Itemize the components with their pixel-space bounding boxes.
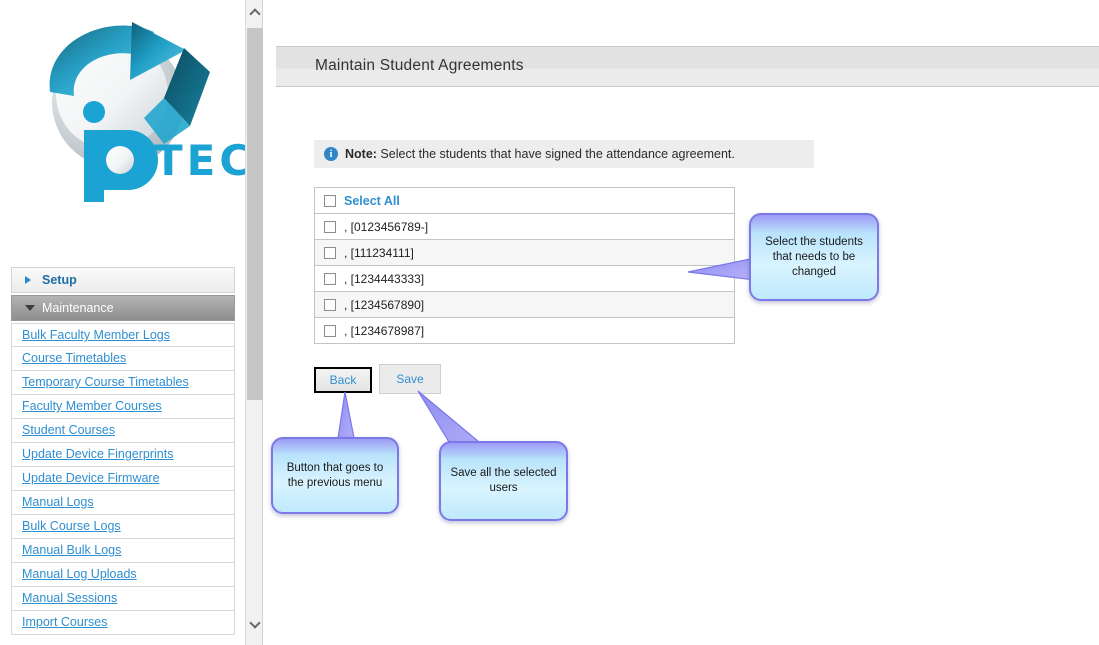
table-row[interactable]: , [1234443333] xyxy=(314,265,735,292)
sidebar-link[interactable]: Manual Log Uploads xyxy=(22,567,137,581)
left-pane-scrollbar[interactable] xyxy=(245,0,263,645)
sidebar-menu-list: Bulk Faculty Member Logs Course Timetabl… xyxy=(11,323,235,635)
sidebar-link[interactable]: Faculty Member Courses xyxy=(22,399,162,413)
main-content: Maintain Student Agreements i Note: Sele… xyxy=(265,0,1099,645)
student-label: , [1234567890] xyxy=(344,297,425,312)
chevron-up-icon xyxy=(248,8,261,20)
sidebar-link[interactable]: Bulk Course Logs xyxy=(22,519,121,533)
info-icon: i xyxy=(324,147,338,161)
sidebar-section-maintenance[interactable]: Maintenance xyxy=(11,295,235,321)
row-checkbox[interactable] xyxy=(324,246,336,259)
app-root: TECH Setup Maintenance Bulk Faculty Memb… xyxy=(0,0,1099,645)
sidebar-item-faculty-member-courses[interactable]: Faculty Member Courses xyxy=(11,395,235,419)
sidebar-item-manual-sessions[interactable]: Manual Sessions xyxy=(11,587,235,611)
sidebar-link[interactable]: Update Device Fingerprints xyxy=(22,447,173,461)
callout-select-text: Select the students that needs to be cha… xyxy=(765,235,863,278)
table-row[interactable]: , [0123456789-] xyxy=(314,213,735,240)
student-label: , [111234111] xyxy=(344,245,414,260)
chevron-down-icon xyxy=(25,305,35,311)
sidebar-item-manual-log-uploads[interactable]: Manual Log Uploads xyxy=(11,563,235,587)
callout-back-text: Button that goes to the previous menu xyxy=(286,461,384,489)
save-button[interactable]: Save xyxy=(379,364,441,394)
sidebar-item-update-device-firmware[interactable]: Update Device Firmware xyxy=(11,467,235,491)
sidebar-link[interactable]: Manual Bulk Logs xyxy=(22,543,121,557)
row-checkbox[interactable] xyxy=(324,298,336,311)
sidebar-item-bulk-course-logs[interactable]: Bulk Course Logs xyxy=(11,515,235,539)
student-label: , [0123456789-] xyxy=(344,219,429,234)
sidebar-item-manual-logs[interactable]: Manual Logs xyxy=(11,491,235,515)
sidebar-link[interactable]: Bulk Faculty Member Logs xyxy=(22,328,170,342)
sidebar-accordion: Setup Maintenance Bulk Faculty Member Lo… xyxy=(11,267,235,635)
select-all-label: Select All xyxy=(344,193,400,208)
note-prefix: Note: xyxy=(345,147,377,161)
callout-save-text: Save all the selected users xyxy=(450,467,557,494)
chevron-right-icon xyxy=(25,276,31,284)
brand-logo: TECH xyxy=(14,6,245,211)
sidebar-item-update-device-fingerprints[interactable]: Update Device Fingerprints xyxy=(11,443,235,467)
table-row[interactable]: , [111234111] xyxy=(314,239,735,266)
sidebar-item-course-timetables[interactable]: Course Timetables xyxy=(11,347,235,371)
sidebar-link[interactable]: Temporary Course Timetables xyxy=(22,375,189,389)
table-row[interactable]: , [1234567890] xyxy=(314,291,735,318)
table-row-select-all[interactable]: Select All xyxy=(314,187,735,214)
sidebar-section-setup[interactable]: Setup xyxy=(11,267,235,293)
note-message: Select the students that have signed the… xyxy=(376,147,735,161)
scrollbar-up-button[interactable] xyxy=(246,4,263,21)
back-button[interactable]: Back xyxy=(314,367,372,393)
callout-back-button: Button that goes to the previous menu xyxy=(271,437,399,514)
table-row[interactable]: , [1234678987] xyxy=(314,317,735,344)
sidebar-section-maintenance-label: Maintenance xyxy=(42,301,114,315)
note-banner: i Note: Select the students that have si… xyxy=(314,140,814,168)
sidebar-section-setup-label: Setup xyxy=(42,273,77,287)
sidebar-item-student-courses[interactable]: Student Courses xyxy=(11,419,235,443)
select-all-checkbox[interactable] xyxy=(324,194,336,207)
sidebar-item-bulk-faculty-member-logs[interactable]: Bulk Faculty Member Logs xyxy=(11,323,235,347)
chevron-down-icon xyxy=(248,617,261,629)
note-text: Note: Select the students that have sign… xyxy=(345,147,735,161)
row-checkbox[interactable] xyxy=(324,324,336,337)
row-checkbox[interactable] xyxy=(324,220,336,233)
row-checkbox[interactable] xyxy=(324,272,336,285)
callout-select-students: Select the students that needs to be cha… xyxy=(749,213,879,301)
scrollbar-down-button[interactable] xyxy=(246,616,263,633)
sidebar-link[interactable]: Manual Sessions xyxy=(22,591,117,605)
left-navigation-pane: TECH Setup Maintenance Bulk Faculty Memb… xyxy=(0,0,245,645)
sidebar-item-manual-bulk-logs[interactable]: Manual Bulk Logs xyxy=(11,539,235,563)
student-label: , [1234678987] xyxy=(344,323,425,338)
sidebar-link[interactable]: Course Timetables xyxy=(22,351,126,365)
logo-wordmark: TECH xyxy=(154,136,245,185)
sidebar-item-import-courses[interactable]: Import Courses xyxy=(11,611,235,635)
sidebar-link[interactable]: Update Device Firmware xyxy=(22,471,160,485)
callout-save-button: Save all the selected users xyxy=(439,441,568,521)
sidebar-link[interactable]: Import Courses xyxy=(22,615,107,629)
sidebar-link[interactable]: Manual Logs xyxy=(22,495,94,509)
student-agreements-table: Select All , [0123456789-] , [111234111]… xyxy=(314,187,735,344)
scrollbar-thumb[interactable] xyxy=(247,28,263,400)
sidebar-item-temporary-course-timetables[interactable]: Temporary Course Timetables xyxy=(11,371,235,395)
page-header-bar: Maintain Student Agreements xyxy=(276,46,1099,87)
page-title: Maintain Student Agreements xyxy=(315,57,524,74)
sidebar-link[interactable]: Student Courses xyxy=(22,423,115,437)
student-label: , [1234443333] xyxy=(344,271,425,286)
